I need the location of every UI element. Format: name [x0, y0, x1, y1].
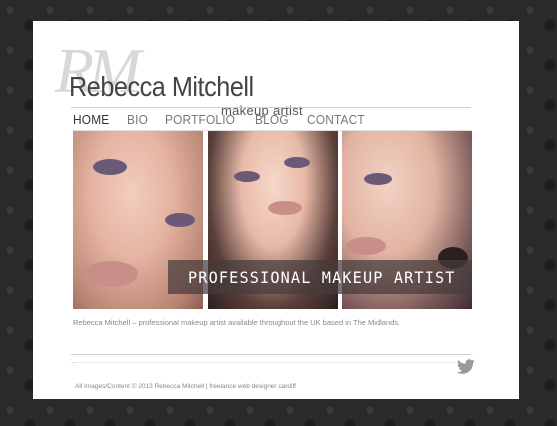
twitter-feed-line	[71, 362, 456, 363]
header-divider	[71, 107, 471, 108]
hero-banner: PROFESSIONAL MAKEUP ARTIST	[168, 260, 472, 294]
hero-banner-text: PROFESSIONAL MAKEUP ARTIST	[188, 268, 456, 287]
nav-item-portfolio[interactable]: PORTFOLIO	[165, 112, 235, 128]
twitter-bird-icon[interactable]	[456, 359, 476, 375]
intro-text: Rebecca Mitchell – professional makeup a…	[73, 318, 401, 327]
content-divider	[71, 354, 471, 355]
page-panel: RM Rebecca Mitchell makeup artist HOME B…	[33, 21, 519, 399]
nav-item-contact[interactable]: CONTACT	[307, 112, 365, 128]
nav-item-bio[interactable]: BIO	[127, 112, 148, 128]
logo-name: Rebecca Mitchell	[69, 71, 254, 102]
nav-item-home[interactable]: HOME	[73, 112, 109, 128]
main-nav: HOME BIO PORTFOLIO BLOG CONTACT	[73, 112, 384, 128]
footer-text: All Images/Content © 2013 Rebecca Mitche…	[75, 383, 296, 390]
twitter-feed-text: :	[73, 362, 75, 368]
nav-item-blog[interactable]: BLOG	[255, 112, 289, 128]
